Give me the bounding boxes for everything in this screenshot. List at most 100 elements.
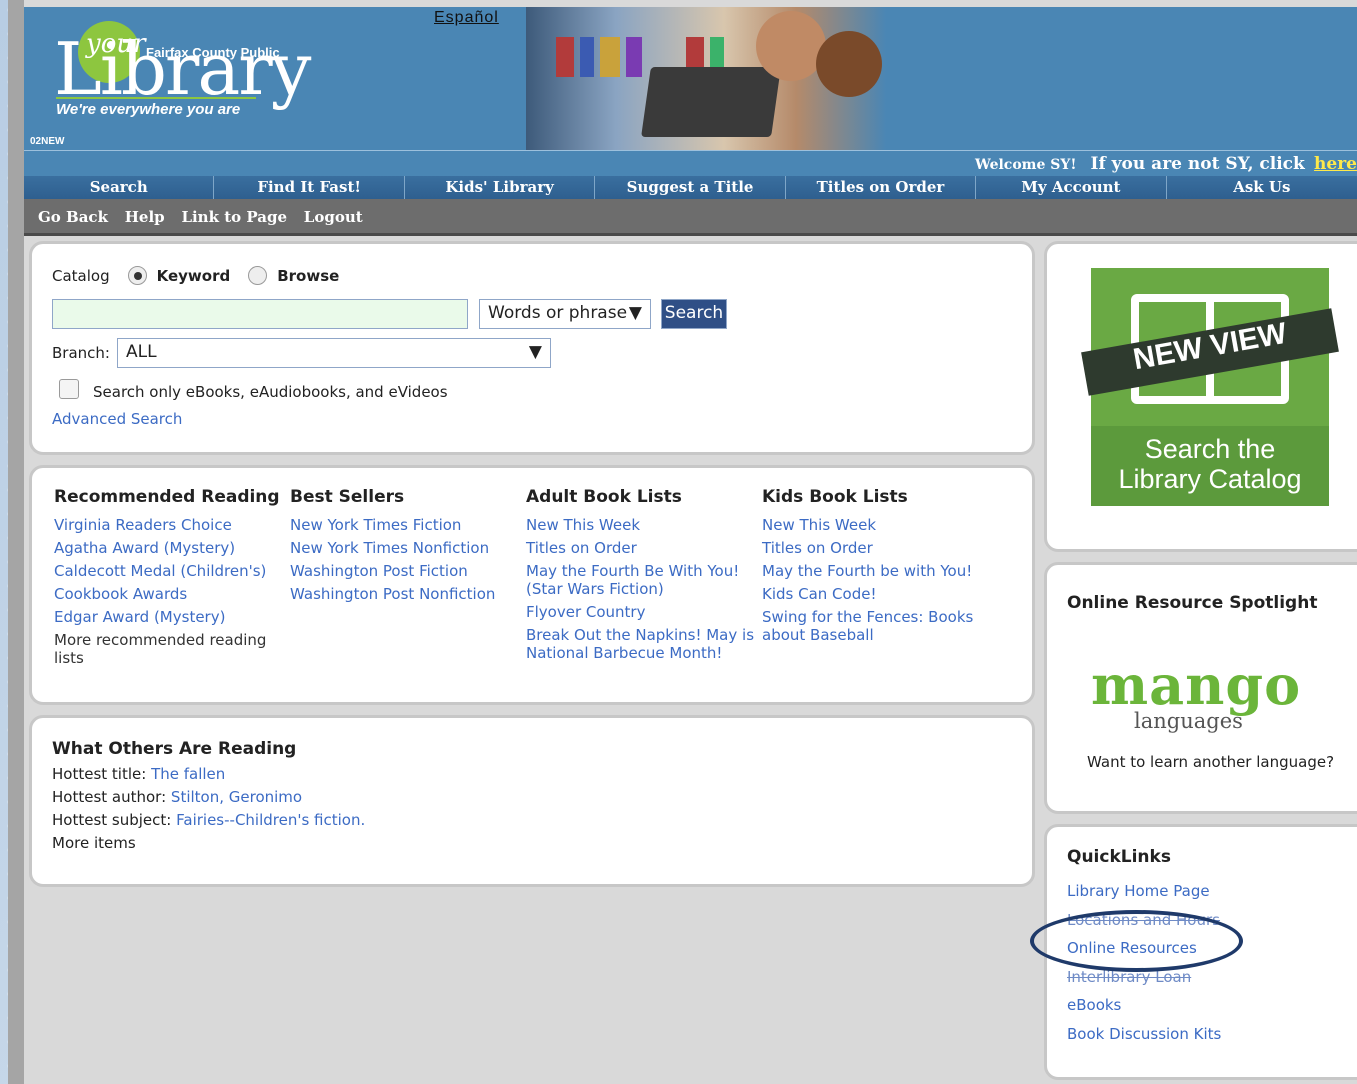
quicklink-ebooks[interactable]: eBooks — [1067, 991, 1221, 1020]
branch-select[interactable]: ALL ▼ — [116, 338, 551, 368]
welcome-strip: Welcome SY! If you are not SY, click here — [24, 150, 1357, 176]
resource-spotlight-panel: Online Resource Spotlight mango language… — [1044, 562, 1357, 814]
list-item[interactable]: May the Fourth be with You! — [762, 562, 992, 580]
more-items-link[interactable]: More items — [52, 832, 365, 855]
header-banner-photo — [526, 7, 886, 150]
welcome-greeting: Welcome SY! — [974, 157, 1077, 173]
keyword-radio[interactable] — [127, 266, 147, 285]
nav-search[interactable]: Search — [24, 176, 215, 199]
logo-library-text: Library — [54, 27, 311, 111]
spotlight-description[interactable]: Want to learn another language? — [1087, 753, 1334, 771]
new-view-banner[interactable]: NEW VIEW Search the Library Catalog — [1081, 268, 1339, 506]
list-item[interactable]: Caldecott Medal (Children's) — [54, 562, 284, 580]
nav-suggest-title[interactable]: Suggest a Title — [595, 176, 786, 199]
hottest-subject-row: Hottest subject: Fairies--Children's fic… — [52, 809, 365, 832]
mango-logo[interactable]: mango — [1091, 657, 1337, 713]
hottest-author-link[interactable]: Stilton, Geronimo — [171, 788, 302, 806]
eonly-label: Search only eBooks, eAudiobooks, and eVi… — [93, 383, 448, 401]
list-item[interactable]: Cookbook Awards — [54, 585, 284, 603]
list-item[interactable]: Swing for the Fences: Books about Baseba… — [762, 608, 992, 644]
dropdown-arrow-icon: ▼ — [528, 342, 542, 362]
logout-link[interactable]: Logout — [304, 208, 363, 226]
nav-find-it-fast[interactable]: Find It Fast! — [214, 176, 405, 199]
logo-underline — [56, 97, 256, 99]
link-to-page-link[interactable]: Link to Page — [181, 208, 287, 226]
list-item[interactable]: Flyover Country — [526, 603, 756, 621]
mango-logo-sub: languages — [1134, 709, 1243, 733]
help-link[interactable]: Help — [125, 208, 165, 226]
hottest-author-row: Hottest author: Stilton, Geronimo — [52, 786, 365, 809]
book-spine — [580, 37, 594, 77]
book-lists-panel: Recommended Reading Virginia Readers Cho… — [29, 465, 1035, 705]
list-item[interactable]: Edgar Award (Mystery) — [54, 608, 284, 626]
browse-label[interactable]: Browse — [277, 267, 339, 285]
new-view-caption-line2: Library Catalog — [1118, 464, 1302, 494]
more-recommended-link[interactable]: More recommended reading lists — [54, 631, 284, 667]
main-nav: Search Find It Fast! Kids' Library Sugge… — [24, 176, 1357, 199]
spotlight-heading: Online Resource Spotlight — [1067, 593, 1318, 613]
best-sellers-heading: Best Sellers — [290, 487, 405, 507]
adult-book-lists-heading: Adult Book Lists — [526, 487, 682, 507]
search-button[interactable]: Search — [661, 299, 727, 329]
child-image — [756, 11, 826, 81]
nav-kids-library[interactable]: Kids' Library — [405, 176, 596, 199]
site-code: 02NEW — [30, 136, 65, 147]
go-back-link[interactable]: Go Back — [38, 208, 108, 226]
kids-book-lists-heading: Kids Book Lists — [762, 487, 908, 507]
hottest-title-link[interactable]: The fallen — [151, 765, 225, 783]
adult-book-lists-column: Adult Book Lists New This Week Titles on… — [526, 488, 756, 667]
branch-row: Branch: ALL ▼ — [52, 338, 551, 368]
list-item[interactable]: Washington Post Nonfiction — [290, 585, 520, 603]
quicklink-book-discussion-kits[interactable]: Book Discussion Kits — [1067, 1020, 1221, 1049]
list-item[interactable]: Break Out the Napkins! May is National B… — [526, 626, 756, 662]
hottest-subject-link[interactable]: Fairies--Children's fiction. — [176, 811, 365, 829]
welcome-prompt: If you are not SY, click — [1090, 154, 1305, 174]
list-item[interactable]: Kids Can Code! — [762, 585, 992, 603]
list-item[interactable]: New This Week — [526, 516, 756, 534]
nav-titles-on-order[interactable]: Titles on Order — [786, 176, 977, 199]
site-header: your Library Fairfax County Public We're… — [24, 7, 1357, 150]
quicklink-library-home[interactable]: Library Home Page — [1067, 877, 1221, 906]
child-image — [816, 31, 882, 97]
list-item[interactable]: Titles on Order — [762, 539, 992, 557]
search-type-row: Catalog Keyword Browse — [52, 266, 357, 285]
list-item[interactable]: May the Fourth Be With You! (Star Wars F… — [526, 562, 756, 598]
match-type-value: Words or phrase — [488, 303, 628, 323]
list-item[interactable]: New This Week — [762, 516, 992, 534]
new-view-panel: NEW VIEW Search the Library Catalog — [1044, 241, 1357, 552]
list-item[interactable]: New York Times Fiction — [290, 516, 520, 534]
keyword-label[interactable]: Keyword — [157, 267, 231, 285]
logo-tagline: We're everywhere you are — [56, 101, 241, 118]
best-sellers-column: Best Sellers New York Times Fiction New … — [290, 488, 520, 608]
browse-radio[interactable] — [248, 266, 268, 285]
quicklinks-heading: QuickLinks — [1067, 847, 1171, 867]
hottest-author-label: Hottest author: — [52, 788, 167, 806]
what-others-heading: What Others Are Reading — [52, 739, 297, 759]
nav-ask-us[interactable]: Ask Us — [1167, 176, 1357, 199]
advanced-search-link[interactable]: Advanced Search — [52, 410, 182, 428]
not-me-here-link[interactable]: here — [1314, 154, 1357, 174]
match-type-select[interactable]: Words or phrase ▼ — [479, 299, 651, 329]
search-input[interactable] — [52, 299, 468, 329]
book-spine — [556, 37, 574, 77]
library-logo[interactable]: your Library Fairfax County Public We're… — [54, 21, 334, 131]
new-view-caption: Search the Library Catalog — [1091, 434, 1329, 494]
what-others-content: What Others Are Reading Hottest title: T… — [52, 738, 365, 855]
list-item[interactable]: Agatha Award (Mystery) — [54, 539, 284, 557]
list-item[interactable]: Washington Post Fiction — [290, 562, 520, 580]
nav-my-account[interactable]: My Account — [976, 176, 1167, 199]
book-spine — [600, 37, 620, 77]
branch-label: Branch: — [52, 344, 110, 362]
recommended-reading-column: Recommended Reading Virginia Readers Cho… — [54, 488, 284, 672]
list-item[interactable]: New York Times Nonfiction — [290, 539, 520, 557]
catalog-label: Catalog — [52, 266, 110, 285]
hottest-title-row: Hottest title: The fallen — [52, 763, 365, 786]
espanol-link[interactable]: Español — [434, 9, 499, 27]
branch-value: ALL — [125, 342, 157, 362]
list-item[interactable]: Titles on Order — [526, 539, 756, 557]
eonly-checkbox[interactable] — [59, 379, 79, 399]
list-item[interactable]: Virginia Readers Choice — [54, 516, 284, 534]
hottest-subject-label: Hottest subject: — [52, 811, 172, 829]
book-spine — [626, 37, 642, 77]
sub-nav: Go Back Help Link to Page Logout — [24, 199, 1357, 236]
